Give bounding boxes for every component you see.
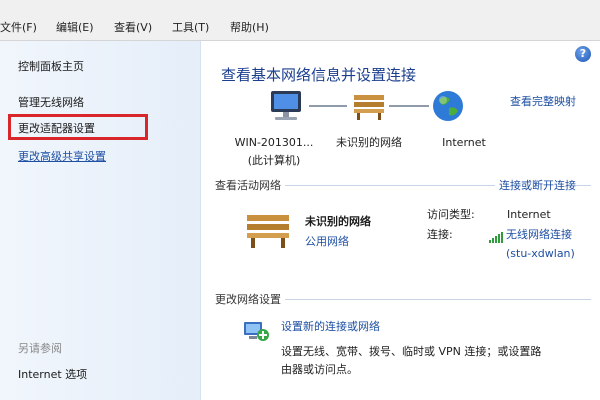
new-connection-description: 设置无线、宽带、拨号、临时或 VPN 连接；或设置路: [281, 345, 542, 358]
network-name: 未识别的网络: [336, 136, 402, 149]
sidebar: 控制面板主页 管理无线网络 更改适配器设置 更改高级共享设置 另请参阅 Inte…: [0, 41, 201, 400]
bench-icon: [247, 215, 289, 248]
menu-bar: 文件(F) 编辑(E) 查看(V) 工具(T) 帮助(H): [0, 0, 600, 41]
change-settings-section-label: 更改网络设置: [215, 291, 285, 307]
access-type-value: Internet: [507, 208, 551, 221]
sidebar-control-panel-home[interactable]: 控制面板主页: [18, 59, 84, 75]
active-network-name: 未识别的网络: [305, 215, 371, 228]
wireless-connection-link[interactable]: 无线网络连接: [506, 227, 572, 243]
ssid-label: (stu-xdwlan): [506, 247, 575, 260]
network-type-link[interactable]: 公用网络: [305, 234, 349, 250]
sidebar-internet-options[interactable]: Internet 选项: [18, 367, 87, 383]
computer-name: WIN-201301...: [234, 136, 314, 149]
bench-icon[interactable]: [351, 91, 387, 121]
help-icon[interactable]: ?: [575, 46, 591, 62]
active-network-section-label: 查看活动网络: [215, 177, 285, 193]
new-connection-link[interactable]: 设置新的连接或网络: [281, 319, 380, 335]
menu-tools[interactable]: 工具(T): [172, 20, 209, 36]
menu-file[interactable]: 文件(F): [0, 20, 37, 36]
computer-sub: (此计算机): [247, 154, 301, 167]
sidebar-change-sharing[interactable]: 更改高级共享设置: [18, 149, 106, 165]
highlight-box: [8, 114, 148, 140]
globe-icon[interactable]: [431, 89, 465, 123]
menu-help[interactable]: 帮助(H): [230, 20, 269, 36]
menu-view[interactable]: 查看(V): [114, 20, 152, 36]
connection-label: 连接:: [427, 228, 453, 241]
menu-edit[interactable]: 编辑(E): [56, 20, 94, 36]
map-link-line: [389, 105, 429, 107]
computer-icon[interactable]: [267, 89, 307, 125]
new-connection-description-cont: 由器或访问点。: [281, 363, 358, 376]
new-connection-icon[interactable]: [241, 317, 271, 343]
signal-icon: [489, 232, 503, 243]
sidebar-manage-wireless[interactable]: 管理无线网络: [18, 95, 84, 111]
map-link-line: [309, 105, 347, 107]
main-panel: ? 查看基本网络信息并设置连接 查看完整映射 WIN-201301... (此计…: [201, 41, 600, 400]
connect-disconnect-link[interactable]: 连接或断开连接: [495, 177, 576, 193]
view-full-map-link[interactable]: 查看完整映射: [510, 93, 576, 109]
sidebar-see-also: 另请参阅: [18, 342, 62, 355]
internet-label: Internet: [442, 136, 486, 149]
access-type-label: 访问类型:: [427, 208, 475, 221]
page-title: 查看基本网络信息并设置连接: [221, 66, 417, 84]
